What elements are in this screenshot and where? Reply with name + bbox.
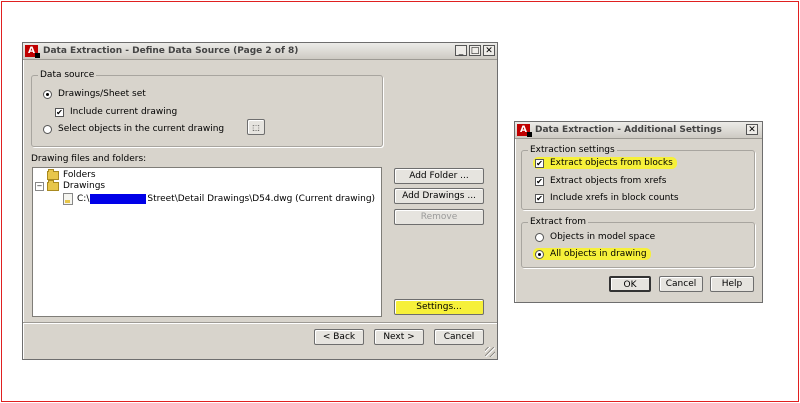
- select-objects-button[interactable]: ⬚: [247, 119, 265, 135]
- add-folder-button[interactable]: Add Folder ...: [394, 168, 484, 184]
- drawing-files-tree[interactable]: Folders − Drawings C:\ Street\Detail Dra…: [32, 167, 382, 317]
- resize-grip-icon[interactable]: [485, 347, 495, 357]
- autocad-logo-icon: A: [25, 45, 40, 58]
- remove-button[interactable]: Remove: [394, 209, 484, 225]
- radio-unselected-indicator: [535, 232, 544, 242]
- checkmark-icon: ✔: [535, 176, 544, 186]
- next-button[interactable]: Next >: [374, 329, 424, 345]
- radio-model-space[interactable]: Objects in model space: [535, 232, 655, 242]
- drawings-label: Drawings: [63, 181, 106, 191]
- extract-blocks-label: Extract objects from blocks: [550, 158, 673, 168]
- folders-label: Folders: [63, 170, 96, 180]
- checkmark-icon: ✔: [535, 158, 544, 168]
- main-dialog-title: Data Extraction - Define Data Source (Pa…: [43, 46, 299, 56]
- extract-from-group: Extract from: [521, 217, 755, 268]
- files-folders-label: Drawing files and folders:: [31, 154, 147, 164]
- extraction-settings-label: Extraction settings: [528, 145, 617, 155]
- path-prefix: C:\: [77, 194, 90, 204]
- extract-blocks-checkbox[interactable]: ✔ Extract objects from blocks: [533, 157, 677, 169]
- checkmark-icon: ✔: [55, 107, 64, 117]
- radio-all-objects[interactable]: All objects in drawing: [533, 248, 651, 260]
- additional-settings-dialog: A Data Extraction - Additional Settings …: [514, 121, 763, 303]
- tree-item-drawings[interactable]: − Drawings: [35, 179, 106, 191]
- dwg-file-icon: [63, 193, 73, 205]
- radio-selected-indicator: [43, 89, 52, 99]
- main-titlebar: A Data Extraction - Define Data Source (…: [23, 43, 497, 60]
- cancel-button[interactable]: Cancel: [434, 329, 484, 345]
- extract-xrefs-label: Extract objects from xrefs: [550, 176, 667, 186]
- radio-select-label: Select objects in the current drawing: [58, 124, 225, 134]
- include-current-drawing-checkbox[interactable]: ✔ Include current drawing: [55, 107, 177, 117]
- maximize-button[interactable]: □: [469, 45, 481, 56]
- minimize-button[interactable]: _: [455, 45, 467, 56]
- close-button[interactable]: ✕: [746, 124, 758, 135]
- folder-icon: [47, 168, 59, 180]
- radio-drawings-sheet-set[interactable]: Drawings/Sheet set: [43, 89, 146, 99]
- autocad-logo-icon: A: [517, 124, 532, 137]
- back-button[interactable]: < Back: [314, 329, 364, 345]
- radio-select-objects[interactable]: Select objects in the current drawing: [43, 124, 224, 134]
- extract-xrefs-checkbox[interactable]: ✔ Extract objects from xrefs: [535, 176, 666, 186]
- extract-from-label: Extract from: [528, 217, 589, 227]
- add-drawings-button[interactable]: Add Drawings ...: [394, 188, 484, 204]
- settings-dialog-title: Data Extraction - Additional Settings: [535, 125, 722, 135]
- model-space-label: Objects in model space: [550, 232, 656, 242]
- settings-titlebar: A Data Extraction - Additional Settings …: [515, 122, 762, 139]
- include-current-label: Include current drawing: [70, 107, 178, 117]
- close-button[interactable]: ✕: [483, 45, 495, 56]
- settings-cancel-button[interactable]: Cancel: [659, 276, 703, 292]
- tree-item-folders[interactable]: Folders: [47, 168, 96, 180]
- ok-button[interactable]: OK: [609, 276, 651, 292]
- radio-selected-indicator: [535, 249, 544, 259]
- radio-drawings-label: Drawings/Sheet set: [58, 89, 146, 99]
- collapse-icon: −: [35, 181, 44, 191]
- include-xrefs-counts-checkbox[interactable]: ✔ Include xrefs in block counts: [535, 193, 679, 203]
- path-suffix: Street\Detail Drawings\D54.dwg (Current …: [147, 194, 376, 204]
- footer-separator: [23, 322, 497, 324]
- help-button[interactable]: Help: [710, 276, 754, 292]
- all-objects-label: All objects in drawing: [550, 249, 647, 259]
- define-data-source-dialog: A Data Extraction - Define Data Source (…: [22, 42, 498, 360]
- data-source-label: Data source: [38, 70, 97, 80]
- drawings-folder-icon: [47, 179, 59, 191]
- checkmark-icon: ✔: [535, 193, 544, 203]
- settings-button[interactable]: Settings...: [394, 299, 484, 315]
- radio-unselected-indicator: [43, 124, 52, 134]
- redaction-bar: [90, 194, 147, 204]
- include-xrefs-label: Include xrefs in block counts: [550, 193, 679, 203]
- tree-item-drawing-file[interactable]: C:\ Street\Detail Drawings\D54.dwg (Curr…: [63, 193, 375, 205]
